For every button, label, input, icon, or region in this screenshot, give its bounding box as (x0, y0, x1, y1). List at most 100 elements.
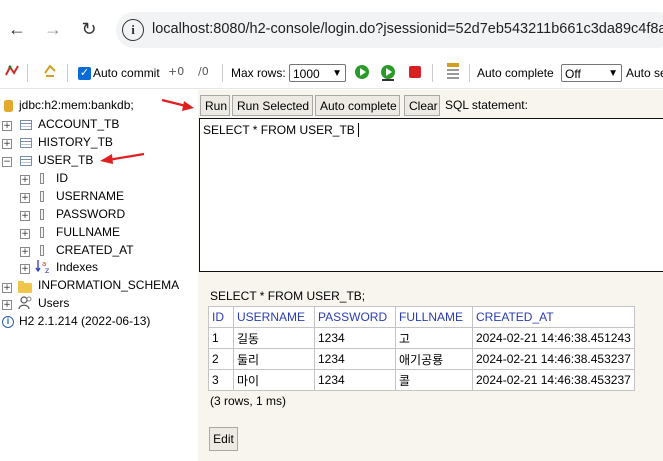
folder-icon (18, 281, 32, 293)
forward-icon[interactable]: → (42, 18, 64, 40)
back-icon[interactable]: ← (6, 18, 28, 40)
annotation-arrow (161, 98, 194, 111)
cell-username: 둘리 (233, 348, 315, 370)
cell-created-at: 2024-02-21 14:46:38.453237 (472, 369, 635, 391)
expand-icon[interactable]: + (20, 247, 30, 257)
expand-icon[interactable]: + (20, 175, 30, 185)
database-icon (4, 100, 13, 112)
column-header-fullname[interactable]: FULLNAME (395, 306, 473, 328)
max-rows-label: Max rows: (231, 66, 286, 80)
toolbar-separator (469, 64, 470, 82)
cell-id: 3 (208, 369, 234, 391)
chevron-down-icon: ▼ (608, 68, 618, 79)
tree-column-fullname[interactable]: FULLNAME (56, 225, 120, 239)
history-icon[interactable] (445, 61, 461, 81)
tree-item-account-tb[interactable]: ACCOUNT_TB (38, 117, 119, 131)
url-text[interactable]: localhost:8080/h2-console/login.do?jsess… (152, 21, 663, 37)
cell-created-at: 2024-02-21 14:46:38.451243 (472, 327, 635, 349)
h2-toolbar: ✓ Auto commit +0 /0 Max rows: 1000 ▼ Aut… (0, 58, 663, 89)
stop-icon[interactable] (408, 65, 422, 79)
site-info-icon[interactable]: i (122, 19, 144, 41)
svg-text:z: z (45, 266, 49, 274)
column-icon (40, 227, 44, 238)
table-row: 1 길동 1234 고 2024-02-21 14:46:38.451243 (208, 327, 635, 349)
auto-select-label: Auto se (626, 66, 663, 80)
expand-icon[interactable]: + (2, 283, 12, 293)
svg-text:/0: /0 (198, 65, 209, 78)
column-header-created-at[interactable]: CREATED_AT (472, 306, 635, 328)
rollback-icon[interactable]: +0 (167, 63, 185, 79)
sql-editor[interactable]: SELECT * FROM USER_TB (199, 118, 663, 272)
result-table: ID USERNAME PASSWORD FULLNAME CREATED_AT… (208, 306, 635, 391)
expand-icon[interactable]: + (20, 211, 30, 221)
svg-text:+0: +0 (168, 65, 184, 78)
tree-column-created-at[interactable]: CREATED_AT (56, 243, 134, 257)
run-selected-button[interactable]: Run Selected (232, 95, 313, 116)
tree-item-indexes[interactable]: Indexes (56, 260, 98, 274)
auto-complete-value: Off (565, 67, 581, 81)
table-header-row: ID USERNAME PASSWORD FULLNAME CREATED_AT (208, 306, 635, 328)
tree-item-users[interactable]: Users (38, 296, 69, 310)
expand-icon[interactable]: + (20, 193, 30, 203)
tree-column-username[interactable]: USERNAME (56, 189, 124, 203)
run-selected-icon[interactable] (379, 64, 397, 82)
clear-button[interactable]: Clear (404, 95, 440, 116)
run-icon[interactable] (354, 64, 370, 80)
sql-statement-label: SQL statement: (445, 98, 528, 112)
text-cursor (357, 123, 359, 137)
refresh-icon[interactable] (42, 63, 58, 79)
max-rows-value: 1000 (293, 67, 320, 81)
reload-icon[interactable]: ↻ (78, 18, 100, 40)
column-icon (40, 173, 44, 184)
table-icon (20, 156, 32, 166)
expand-icon[interactable]: + (20, 229, 30, 239)
expand-icon[interactable]: + (2, 139, 12, 149)
tree-column-id[interactable]: ID (56, 171, 68, 185)
commit-icon[interactable]: /0 (197, 63, 213, 79)
edit-button[interactable]: Edit (209, 427, 238, 451)
auto-commit-label: Auto commit (93, 66, 160, 80)
expand-icon[interactable]: + (2, 300, 12, 310)
cell-username: 길동 (233, 327, 315, 349)
tree-item-information-schema[interactable]: INFORMATION_SCHEMA (38, 278, 179, 292)
browser-toolbar: ← → ↻ i localhost:8080/h2-console/login.… (0, 0, 663, 56)
cell-fullname: 고 (395, 327, 473, 349)
cell-password: 1234 (314, 369, 396, 391)
version-text: H2 2.1.214 (2022-06-13) (19, 314, 151, 328)
table-row: 3 마이 1234 콜 2024-02-21 14:46:38.453237 (208, 369, 635, 391)
toolbar-separator (222, 64, 223, 82)
column-header-id[interactable]: ID (208, 306, 234, 328)
toolbar-separator (27, 64, 28, 82)
sql-editor-text: SELECT * FROM USER_TB (203, 123, 355, 137)
toolbar-separator (67, 64, 68, 82)
connection-url[interactable]: jdbc:h2:mem:bankdb; (19, 98, 134, 112)
auto-complete-select[interactable]: Off ▼ (561, 64, 622, 82)
table-row: 2 둘리 1234 애기공룡 2024-02-21 14:46:38.45323… (208, 348, 635, 370)
expand-icon[interactable]: + (20, 264, 30, 274)
info-icon: i (2, 316, 14, 328)
column-header-username[interactable]: USERNAME (233, 306, 315, 328)
run-button[interactable]: Run (200, 95, 230, 116)
cell-password: 1234 (314, 327, 396, 349)
column-icon (40, 245, 44, 256)
result-sql: SELECT * FROM USER_TB; (210, 289, 366, 303)
column-icon (40, 209, 44, 220)
expand-icon[interactable]: + (2, 121, 12, 131)
annotation-arrow (100, 152, 145, 164)
column-header-password[interactable]: PASSWORD (314, 306, 396, 328)
auto-complete-label: Auto complete (477, 66, 554, 80)
tree-item-history-tb[interactable]: HISTORY_TB (38, 135, 113, 149)
auto-commit-checkbox[interactable]: ✓ (78, 67, 91, 80)
collapse-icon[interactable]: − (2, 157, 12, 167)
column-icon (40, 191, 44, 202)
tree-item-user-tb[interactable]: USER_TB (38, 153, 93, 167)
tree-column-password[interactable]: PASSWORD (56, 207, 125, 221)
max-rows-select[interactable]: 1000 ▼ (289, 64, 346, 82)
auto-complete-button[interactable]: Auto complete (315, 95, 400, 116)
cell-id: 1 (208, 327, 234, 349)
sort-az-icon: a z (35, 260, 49, 274)
table-icon (20, 138, 32, 148)
cell-username: 마이 (233, 369, 315, 391)
disconnect-icon[interactable] (4, 63, 20, 79)
table-icon (20, 120, 32, 130)
